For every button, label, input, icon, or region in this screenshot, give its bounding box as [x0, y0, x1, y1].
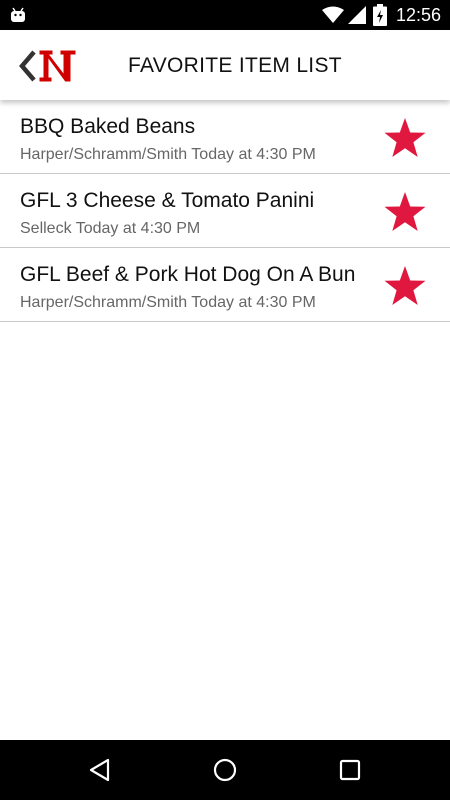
item-name: GFL Beef & Pork Hot Dog On A Bun: [20, 263, 356, 286]
nebraska-logo-icon: [38, 49, 77, 83]
navigation-bar: [0, 740, 450, 800]
app-bar: FAVORITE ITEM LIST: [0, 30, 450, 100]
item-name: BBQ Baked Beans: [20, 115, 196, 138]
back-button[interactable]: [16, 48, 82, 84]
chevron-left-icon: [19, 50, 36, 82]
back-triangle-icon[interactable]: [86, 756, 114, 784]
wifi-icon: [322, 6, 344, 23]
battery-icon: [373, 4, 387, 26]
page-title: FAVORITE ITEM LIST: [128, 54, 342, 77]
signal-icon: [348, 6, 366, 24]
screen: 12:56 FAVORITE ITEM LIST BBQ Baked Beans…: [0, 0, 450, 800]
item-name: GFL 3 Cheese & Tomato Panini: [20, 189, 315, 212]
recents-square-icon[interactable]: [336, 756, 364, 784]
home-circle-icon[interactable]: [211, 756, 239, 784]
item-location-time: Harper/Schramm/Smith Today at 4:30 PM: [20, 146, 316, 163]
list-item[interactable]: BBQ Baked Beans Harper/Schramm/Smith Tod…: [0, 100, 450, 174]
item-location-time: Selleck Today at 4:30 PM: [20, 220, 201, 237]
star-icon[interactable]: [383, 265, 427, 307]
star-icon[interactable]: [383, 117, 427, 159]
android-icon: [11, 7, 25, 22]
list-item[interactable]: GFL Beef & Pork Hot Dog On A Bun Harper/…: [0, 248, 450, 322]
item-location-time: Harper/Schramm/Smith Today at 4:30 PM: [20, 294, 316, 311]
list-item[interactable]: GFL 3 Cheese & Tomato Panini Selleck Tod…: [0, 174, 450, 248]
status-clock: 12:56: [396, 5, 442, 25]
favorite-item-list: BBQ Baked Beans Harper/Schramm/Smith Tod…: [0, 100, 450, 322]
status-bar: 12:56: [0, 0, 450, 30]
star-icon[interactable]: [383, 191, 427, 233]
